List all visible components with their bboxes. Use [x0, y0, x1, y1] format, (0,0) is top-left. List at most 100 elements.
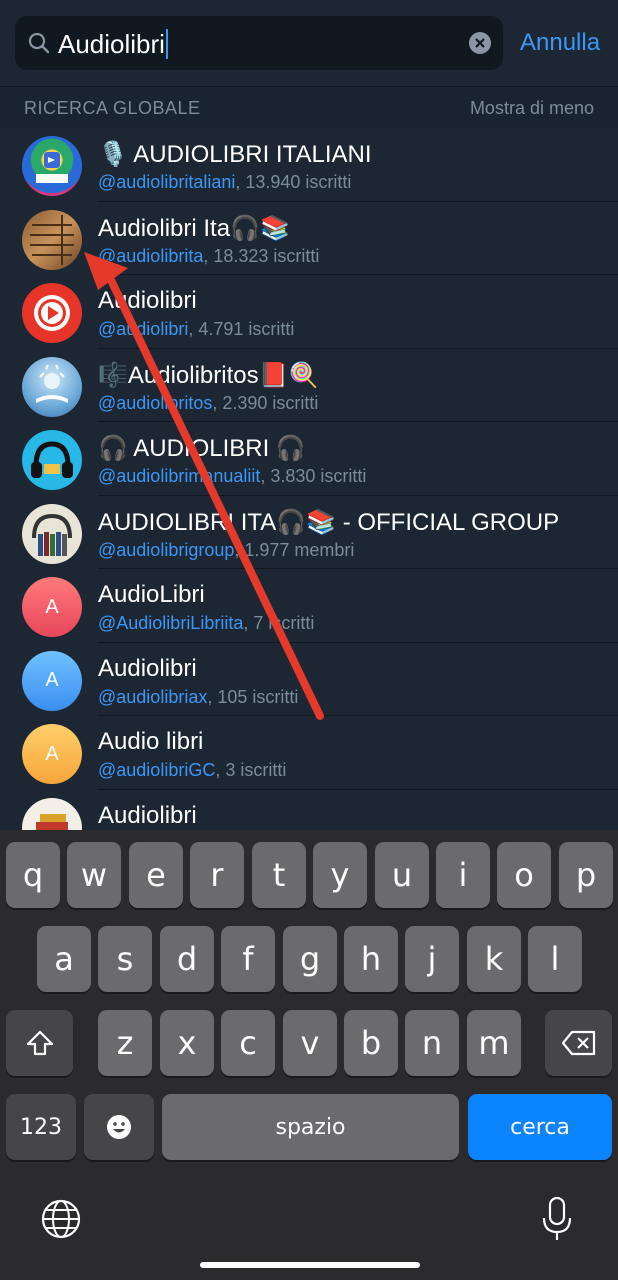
- key-w[interactable]: w: [67, 842, 121, 908]
- result-members: , 1.977 membri: [234, 539, 355, 560]
- search-header: Audiolibri Annulla: [0, 0, 618, 86]
- cancel-button[interactable]: Annulla: [520, 29, 600, 57]
- result-members: , 18.323 iscritti: [203, 245, 320, 266]
- result-handle[interactable]: @audiolibritaliani: [98, 172, 235, 192]
- result-members: , 3.830 iscritti: [260, 466, 367, 486]
- key-e[interactable]: e: [129, 842, 183, 908]
- channel-avatar: [22, 136, 82, 196]
- result-title: AudioLibri: [98, 581, 205, 608]
- shift-key[interactable]: [6, 1010, 73, 1076]
- search-query: Audiolibri: [58, 29, 168, 60]
- globe-icon[interactable]: [40, 1198, 82, 1240]
- key-p[interactable]: p: [559, 842, 613, 908]
- emoji-icon: [107, 1115, 131, 1139]
- key-i[interactable]: i: [436, 842, 490, 908]
- microphone-icon[interactable]: [540, 1196, 574, 1242]
- key-c[interactable]: c: [221, 1010, 275, 1076]
- search-key[interactable]: cerca: [468, 1094, 612, 1160]
- result-members: , 13.940 iscritti: [235, 172, 352, 192]
- result-subtitle: @AudiolibriLibriita, 7 iscritti: [98, 613, 314, 634]
- key-r[interactable]: r: [190, 842, 244, 908]
- list-item[interactable]: Audiolibri: [0, 790, 618, 830]
- channel-avatar: [22, 283, 82, 343]
- key-v[interactable]: v: [283, 1010, 337, 1076]
- result-subtitle: @audiolibriax, 105 iscritti: [98, 687, 298, 708]
- list-item[interactable]: A Audio libri @audiolibriGC, 3 iscritti: [0, 716, 618, 790]
- key-u[interactable]: u: [375, 842, 429, 908]
- channel-avatar: [22, 209, 82, 270]
- result-members: , 2.390 iscritti: [212, 392, 319, 413]
- backspace-key[interactable]: [545, 1010, 612, 1076]
- section-title: RICERCA GLOBALE: [24, 98, 201, 118]
- result-handle[interactable]: @audiolibriGC: [98, 760, 215, 780]
- result-handle[interactable]: @audiolibritos: [98, 393, 212, 413]
- numbers-key[interactable]: 123: [6, 1094, 76, 1160]
- key-d[interactable]: d: [160, 926, 214, 992]
- result-subtitle: @audiolibriGC, 3 iscritti: [98, 760, 286, 781]
- shift-icon: [26, 1030, 53, 1056]
- space-key[interactable]: spazio: [162, 1094, 459, 1160]
- result-title: Audiolibri Ita🎧📚: [98, 214, 290, 242]
- key-z[interactable]: z: [98, 1010, 152, 1076]
- key-x[interactable]: x: [160, 1010, 214, 1076]
- result-title: 🎼Audiolibritos📕🍭: [98, 361, 319, 389]
- result-handle[interactable]: @audiolibrimanualiit: [98, 466, 260, 486]
- result-handle[interactable]: @audiolibrita: [98, 246, 203, 266]
- list-item[interactable]: Audiolibri Ita🎧📚 @audiolibrita, 18.323 i…: [0, 202, 618, 275]
- result-handle[interactable]: @audiolibriax: [98, 687, 207, 707]
- result-members: , 7 iscritti: [243, 613, 315, 633]
- list-item[interactable]: 🎼Audiolibritos📕🍭 @audiolibritos, 2.390 i…: [0, 349, 618, 422]
- key-q[interactable]: q: [6, 842, 60, 908]
- result-members: , 105 iscritti: [207, 686, 299, 707]
- result-handle[interactable]: @audiolibri: [98, 319, 188, 339]
- key-k[interactable]: k: [467, 926, 521, 992]
- key-t[interactable]: t: [252, 842, 306, 908]
- list-item[interactable]: A AudioLibri @AudiolibriLibriita, 7 iscr…: [0, 569, 618, 643]
- key-o[interactable]: o: [497, 842, 551, 908]
- channel-avatar: [22, 797, 82, 830]
- result-title: AUDIOLIBRI ITA🎧📚 - OFFICIAL GROUP: [98, 508, 560, 536]
- result-handle[interactable]: @AudiolibriLibriita: [98, 613, 243, 633]
- search-input[interactable]: Audiolibri: [15, 16, 503, 70]
- key-y[interactable]: y: [313, 842, 367, 908]
- list-item[interactable]: A Audiolibri @audiolibriax, 105 iscritti: [0, 643, 618, 716]
- result-title: Audio libri: [98, 728, 204, 755]
- list-item[interactable]: 🎙️ AUDIOLIBRI ITALIANI @audiolibritalian…: [0, 128, 618, 202]
- backspace-icon: [561, 1030, 595, 1056]
- text-caret: [165, 29, 168, 59]
- search-icon: [27, 31, 51, 55]
- result-title: Audiolibri: [98, 654, 197, 682]
- letter-avatar: A: [22, 724, 82, 784]
- result-subtitle: @audiolibri, 4.791 iscritti: [98, 319, 294, 340]
- key-f[interactable]: f: [221, 926, 275, 992]
- result-title: Audiolibri: [98, 287, 197, 314]
- result-members: , 4.791 iscritti: [188, 319, 295, 339]
- list-item[interactable]: Audiolibri @audiolibri, 4.791 iscritti: [0, 275, 618, 349]
- channel-avatar: [22, 356, 82, 417]
- key-m[interactable]: m: [467, 1010, 521, 1076]
- key-s[interactable]: s: [98, 926, 152, 992]
- key-j[interactable]: j: [405, 926, 459, 992]
- show-less-button[interactable]: Mostra di meno: [470, 98, 594, 119]
- key-h[interactable]: h: [344, 926, 398, 992]
- list-item[interactable]: 🎧 AUDIOLIBRI 🎧 @audiolibrimanualiit, 3.8…: [0, 422, 618, 496]
- clear-search-icon[interactable]: [469, 32, 491, 54]
- letter-avatar: A: [22, 577, 82, 637]
- emoji-key[interactable]: [84, 1094, 154, 1160]
- result-handle[interactable]: @audiolibrigroup: [98, 540, 234, 560]
- result-subtitle: @audiolibrimanualiit, 3.830 iscritti: [98, 466, 366, 487]
- list-item[interactable]: AUDIOLIBRI ITA🎧📚 - OFFICIAL GROUP @audio…: [0, 496, 618, 569]
- global-search-header: RICERCA GLOBALE Mostra di meno: [0, 86, 618, 128]
- key-l[interactable]: l: [528, 926, 582, 992]
- key-a[interactable]: a: [37, 926, 91, 992]
- result-subtitle: @audiolibritaliani, 13.940 iscritti: [98, 172, 351, 193]
- key-b[interactable]: b: [344, 1010, 398, 1076]
- home-indicator: [200, 1262, 420, 1268]
- result-title: Audiolibri: [98, 801, 197, 829]
- result-title: 🎙️ AUDIOLIBRI ITALIANI: [98, 141, 372, 168]
- result-members: , 3 iscritti: [215, 760, 287, 780]
- channel-avatar: [22, 430, 82, 490]
- key-g[interactable]: g: [283, 926, 337, 992]
- key-n[interactable]: n: [405, 1010, 459, 1076]
- letter-avatar: A: [22, 650, 82, 711]
